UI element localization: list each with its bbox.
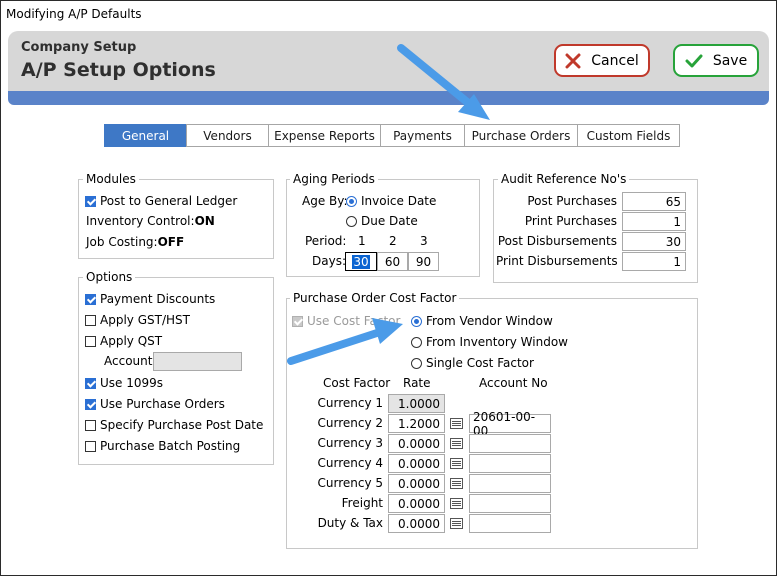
arrow-to-vendor-window-radio-icon [287,318,403,365]
arrow-to-purchase-orders-tab-icon [397,44,490,120]
annotation-arrows [287,44,490,365]
